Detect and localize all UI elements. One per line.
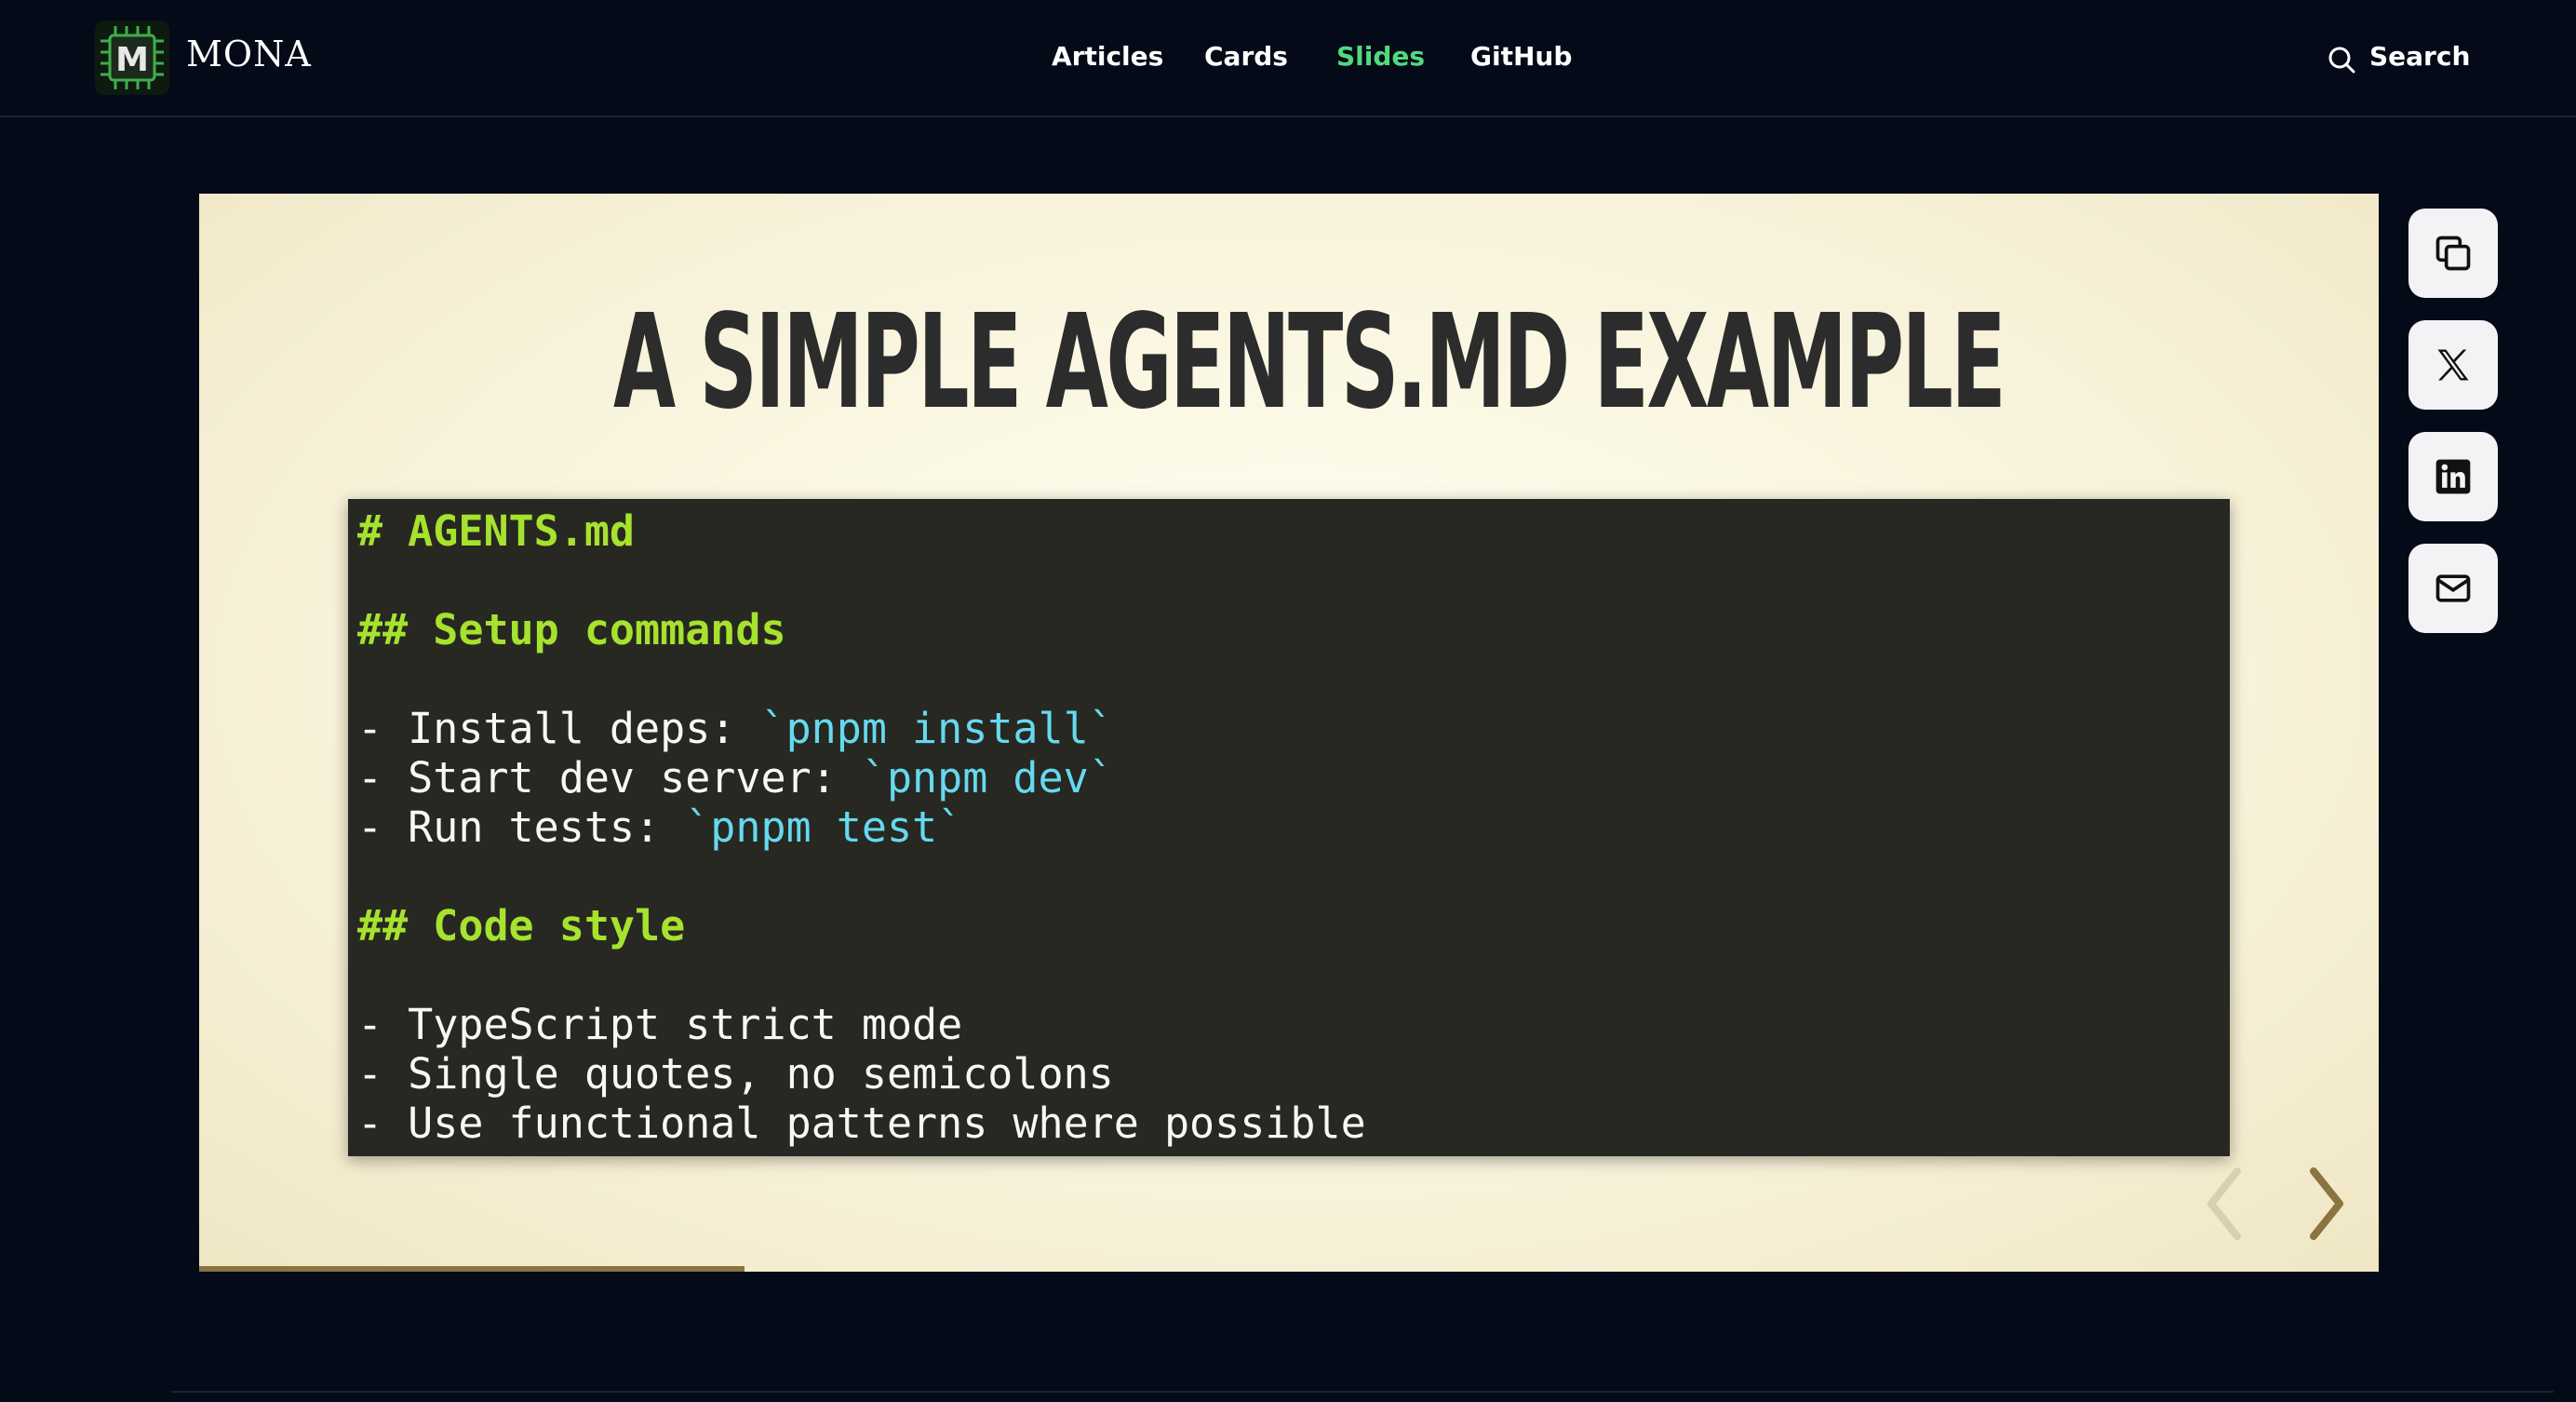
slide: A SIMPLE AGENTS.MD EXAMPLE # AGENTS.md #… <box>199 194 2379 1272</box>
share-email-button[interactable] <box>2408 544 2498 633</box>
code-line: - Single quotes, no semicolons <box>357 1049 1114 1099</box>
code-inline: `pnpm test` <box>685 802 963 852</box>
prev-slide-button[interactable] <box>2196 1162 2252 1250</box>
code-inline: `pnpm install` <box>760 704 1114 753</box>
code-inline: `pnpm dev` <box>861 753 1114 802</box>
code-line: ## Setup commands <box>357 605 786 654</box>
next-slide-button[interactable] <box>2299 1162 2355 1250</box>
code-text: - Run tests: <box>357 802 686 852</box>
slide-title: A SIMPLE AGENTS.MD EXAMPLE <box>612 287 2006 438</box>
search-icon <box>2328 47 2355 74</box>
code-line: # AGENTS.md <box>357 506 636 556</box>
linkedin-icon <box>2435 459 2471 494</box>
code-line: - Start dev server: `pnpm dev` <box>357 753 2230 802</box>
footer-divider <box>171 1391 2554 1393</box>
search-label: Search <box>2369 41 2471 72</box>
slide-progress-bar <box>199 1266 745 1272</box>
code-text: - Install deps: <box>357 704 761 753</box>
code-line: - Run tests: `pnpm test` <box>357 802 2230 852</box>
x-icon <box>2437 349 2469 381</box>
brand-name[interactable]: MONA <box>186 34 312 74</box>
nav-articles[interactable]: Articles <box>1052 41 1163 72</box>
mail-icon <box>2435 574 2471 602</box>
code-line: - TypeScript strict mode <box>357 1000 963 1049</box>
nav-slides[interactable]: Slides <box>1336 41 1425 72</box>
code-block: # AGENTS.md ## Setup commands - Install … <box>348 499 2230 1156</box>
code-line: - Use functional patterns where possible <box>357 1099 1366 1148</box>
copy-link-button[interactable] <box>2408 209 2498 298</box>
share-x-button[interactable] <box>2408 320 2498 410</box>
chevron-left-icon <box>2207 1167 2241 1240</box>
share-linkedin-button[interactable] <box>2408 432 2498 521</box>
svg-text:M: M <box>115 41 149 79</box>
code-text: - Start dev server: <box>357 753 862 802</box>
copy-icon <box>2435 236 2471 271</box>
nav-github[interactable]: GitHub <box>1470 41 1572 72</box>
code-line: ## Code style <box>357 901 686 950</box>
chip-logo-icon: M <box>101 26 164 89</box>
logo[interactable]: M <box>95 20 169 95</box>
nav-cards[interactable]: Cards <box>1204 41 1288 72</box>
site-header: M MONA Articles Cards Slides GitHub Sear… <box>0 0 2576 117</box>
chevron-right-icon <box>2310 1167 2343 1240</box>
code-line: - Install deps: `pnpm install` <box>357 704 2230 753</box>
